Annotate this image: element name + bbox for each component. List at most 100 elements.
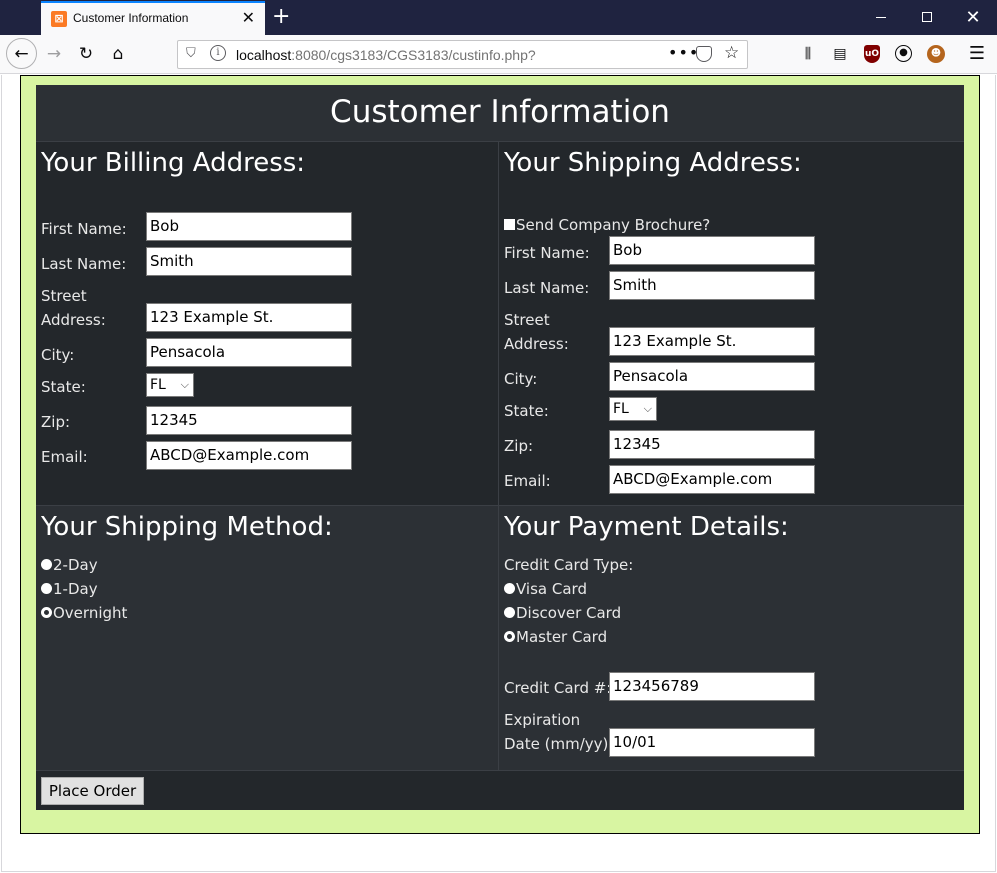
shipping-method-heading: Your Shipping Method: (41, 512, 333, 542)
page-viewport: Customer Information Your Billing Addres… (1, 75, 996, 872)
shipping-last-name-input[interactable]: Smith (609, 271, 815, 300)
billing-state-label: State: (41, 378, 86, 396)
home-icon[interactable]: ⌂ (103, 39, 133, 69)
library-icon[interactable]: ⫼ (798, 44, 818, 64)
method-option-1day[interactable]: 1-Day (41, 579, 98, 599)
site-info-icon[interactable]: i (210, 45, 226, 61)
billing-street-input[interactable]: 123 Example St. (146, 303, 352, 332)
brochure-label: Send Company Brochure? (516, 216, 711, 234)
shipping-street-label-line1: Street (504, 311, 550, 329)
shipping-zip-label: Zip: (504, 437, 534, 455)
chevron-down-icon: ⌵ (180, 378, 189, 391)
shipping-street-input[interactable]: 123 Example St. (609, 327, 815, 356)
reload-icon[interactable]: ↻ (71, 39, 101, 69)
shipping-method-section: Your Shipping Method: 2-Day 1-Day Overni… (36, 506, 499, 770)
ublock-icon[interactable]: uO (864, 45, 880, 63)
radio-icon[interactable] (504, 583, 515, 594)
new-tab-icon[interactable]: + (272, 4, 290, 29)
billing-city-input[interactable]: Pensacola (146, 338, 352, 367)
shipping-email-label: Email: (504, 472, 551, 490)
window-close-button[interactable]: ✕ (950, 0, 996, 35)
browser-titlebar: ⊠ Customer Information ✕ + ✕ (0, 0, 997, 35)
bookmark-star-icon[interactable]: ☆ (724, 43, 739, 63)
billing-email-input[interactable]: ABCD@Example.com (146, 441, 352, 470)
method-option-label: 1-Day (53, 580, 98, 598)
method-option-overnight[interactable]: Overnight (41, 603, 127, 623)
shipping-last-name-label: Last Name: (504, 279, 590, 297)
back-arrow-icon[interactable]: ← (6, 38, 37, 69)
menu-icon[interactable]: ☰ (967, 44, 987, 64)
radio-selected-icon[interactable] (41, 607, 52, 618)
card-number-input[interactable]: 123456789 (609, 672, 815, 701)
radio-selected-icon[interactable] (504, 631, 515, 642)
shipping-state-select[interactable]: FL ⌵ (609, 397, 657, 421)
billing-first-name-input[interactable]: Bob (146, 212, 352, 241)
shipping-street-label-line2: Address: (504, 335, 569, 353)
sidebar-icon[interactable]: ▤ (830, 44, 850, 64)
shipping-city-input[interactable]: Pensacola (609, 362, 815, 391)
minimize-button[interactable] (858, 0, 904, 35)
browser-tab[interactable]: ⊠ Customer Information ✕ (41, 1, 265, 35)
billing-email-label: Email: (41, 448, 88, 466)
page-actions-icon[interactable]: ••• (668, 43, 699, 62)
tab-title: Customer Information (73, 11, 189, 25)
card-option-visa[interactable]: Visa Card (504, 579, 587, 599)
billing-street-label-line2: Address: (41, 311, 106, 329)
radio-icon[interactable] (504, 607, 515, 618)
method-option-2day[interactable]: 2-Day (41, 555, 98, 575)
card-type-label: Credit Card Type: (504, 556, 634, 574)
method-option-label: 2-Day (53, 556, 98, 574)
billing-section: Your Billing Address: First Name: Bob La… (36, 142, 499, 506)
tracking-shield-icon[interactable]: ⛉ (186, 46, 196, 61)
form-footer: Place Order (36, 770, 964, 810)
account-icon[interactable]: ● (895, 45, 912, 62)
card-option-discover[interactable]: Discover Card (504, 603, 621, 623)
place-order-button[interactable]: Place Order (41, 777, 144, 805)
billing-state-value: FL (150, 377, 166, 393)
url-text[interactable]: localhost:8080/cgs3183/CGS3183/custinfo.… (236, 47, 536, 63)
payment-heading: Your Payment Details: (504, 512, 789, 542)
billing-last-name-label: Last Name: (41, 255, 127, 273)
payment-section: Your Payment Details: Credit Card Type: … (499, 506, 964, 770)
shipping-section: Your Shipping Address: Send Company Broc… (499, 142, 964, 506)
card-option-label: Master Card (516, 628, 608, 646)
url-host: localhost (236, 47, 292, 63)
shipping-email-input[interactable]: ABCD@Example.com (609, 465, 815, 494)
shipping-first-name-input[interactable]: Bob (609, 236, 815, 265)
billing-last-name-input[interactable]: Smith (146, 247, 352, 276)
expiration-label-line2: Date (mm/yy): (504, 735, 614, 753)
shipping-state-label: State: (504, 402, 549, 420)
radio-icon[interactable] (41, 583, 52, 594)
tab-close-icon[interactable]: ✕ (242, 8, 255, 27)
greasemonkey-icon[interactable]: ☻ (927, 45, 945, 63)
customer-form: Customer Information Your Billing Addres… (36, 85, 964, 810)
shipping-first-name-label: First Name: (504, 244, 590, 262)
pocket-icon[interactable] (696, 46, 712, 62)
billing-state-select[interactable]: FL ⌵ (146, 373, 194, 397)
expiration-label-line1: Expiration (504, 711, 581, 729)
url-bar[interactable]: ⛉ i localhost:8080/cgs3183/CGS3183/custi… (177, 40, 748, 69)
url-path: :8080/cgs3183/CGS3183/custinfo.php? (291, 47, 536, 63)
expiration-input[interactable]: 10/01 (609, 728, 815, 757)
maximize-button[interactable] (904, 0, 950, 35)
billing-first-name-label: First Name: (41, 220, 127, 238)
card-number-label: Credit Card #: (504, 679, 612, 697)
shipping-zip-input[interactable]: 12345 (609, 430, 815, 459)
forward-arrow-icon[interactable]: → (39, 39, 69, 69)
shipping-heading: Your Shipping Address: (504, 148, 802, 178)
billing-zip-input[interactable]: 12345 (146, 406, 352, 435)
brochure-checkbox[interactable] (504, 219, 515, 230)
card-option-label: Discover Card (516, 604, 622, 622)
shipping-city-label: City: (504, 370, 538, 388)
card-option-master[interactable]: Master Card (504, 627, 607, 647)
page-title: Customer Information (330, 94, 670, 130)
card-option-label: Visa Card (516, 580, 587, 598)
brochure-checkbox-row[interactable]: Send Company Brochure? (504, 215, 710, 235)
form-header: Customer Information (36, 85, 964, 142)
radio-icon[interactable] (41, 559, 52, 570)
billing-zip-label: Zip: (41, 413, 71, 431)
method-option-label: Overnight (53, 604, 128, 622)
xampp-favicon-icon: ⊠ (51, 11, 67, 27)
chevron-down-icon: ⌵ (643, 402, 652, 415)
billing-street-label-line1: Street (41, 287, 87, 305)
